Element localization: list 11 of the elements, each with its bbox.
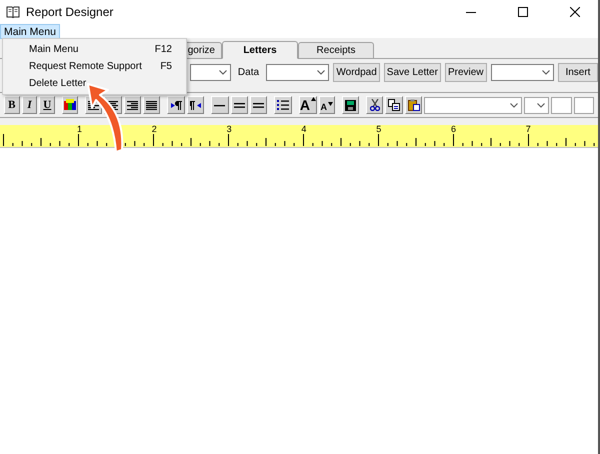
window-title: Report Designer	[26, 5, 114, 19]
ruler-number: 3	[226, 125, 232, 134]
ruler-number: 6	[451, 125, 456, 134]
shortcut-text: F5	[160, 61, 172, 72]
ruler-number: 1	[77, 125, 82, 134]
ruler-number: 4	[301, 125, 306, 134]
ruler-number: 2	[152, 125, 157, 134]
field-label: Data	[236, 66, 260, 78]
shortcut-text: F12	[154, 44, 172, 55]
ruler-number: 7	[526, 125, 531, 134]
ruler-number: 5	[376, 125, 382, 134]
